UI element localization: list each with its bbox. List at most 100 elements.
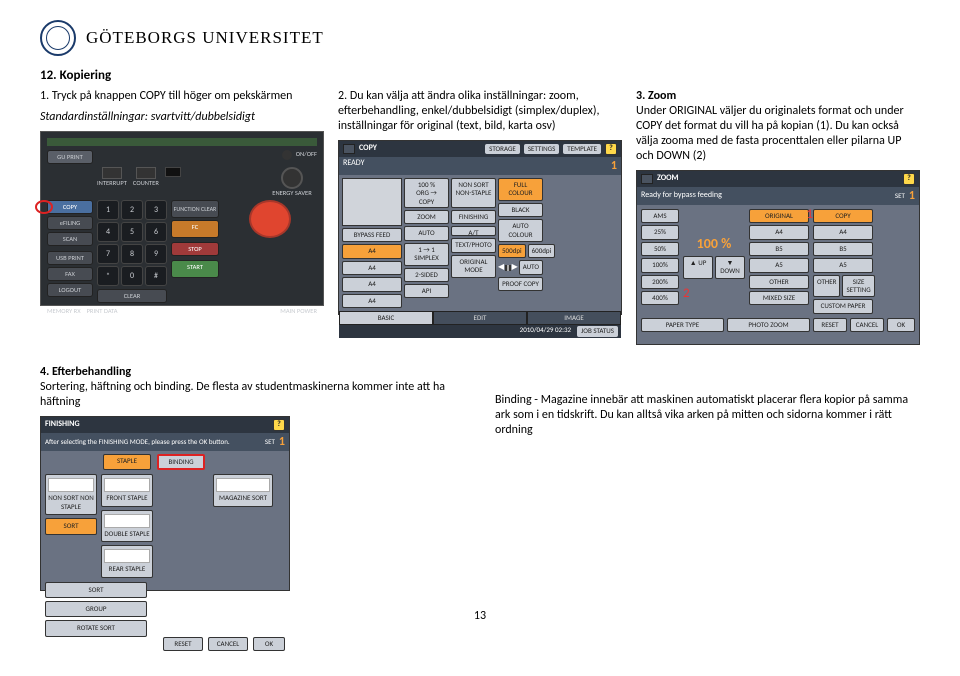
fax-button[interactable]: FAX xyxy=(47,267,93,281)
paper-type-button[interactable]: PAPER TYPE xyxy=(641,318,724,332)
copy-a4[interactable]: A4 xyxy=(813,225,873,239)
copy-other[interactable]: OTHER xyxy=(813,275,840,298)
down-button[interactable]: ▼ DOWN xyxy=(715,256,745,279)
orig-a4[interactable]: A4 xyxy=(749,225,809,239)
function-clear-button[interactable]: FUNCTION CLEAR xyxy=(171,200,219,218)
printer-preview-icon xyxy=(342,178,402,226)
copy-highlight-icon xyxy=(35,200,53,214)
api-button[interactable]: API xyxy=(404,284,449,298)
photo-zoom-button[interactable]: PHOTO ZOOM xyxy=(727,318,810,332)
bypass-button[interactable]: BYPASS FEED xyxy=(342,228,402,242)
set-label: SET xyxy=(265,438,275,446)
orig-a5[interactable]: A5 xyxy=(749,258,809,272)
orig-b5[interactable]: B5 xyxy=(749,242,809,256)
binding-tab[interactable]: BINDING xyxy=(157,454,205,470)
template-button[interactable]: TEMPLATE xyxy=(563,144,601,154)
cancel-button[interactable]: CANCEL xyxy=(208,637,248,651)
printer-icon xyxy=(641,174,653,184)
black-button[interactable]: BLACK xyxy=(498,203,543,217)
front-staple-button[interactable]: FRONT STAPLE xyxy=(101,474,153,506)
help-button[interactable]: ? xyxy=(903,173,915,185)
proof-button[interactable]: PROOF COPY xyxy=(498,277,543,291)
ams-button[interactable]: AMS xyxy=(641,209,679,223)
auto-button[interactable]: AUTO xyxy=(404,226,449,240)
group-button[interactable]: GROUP xyxy=(45,601,147,617)
size-setting-button[interactable]: SIZE SETTING xyxy=(842,275,874,298)
ratio-button[interactable]: 100 % ORG → COPY xyxy=(404,178,449,208)
nonsort-button[interactable]: NON SORT NON-STAPLE xyxy=(451,178,496,208)
double-staple-button[interactable]: DOUBLE STAPLE xyxy=(101,510,153,542)
energy-saver-button[interactable] xyxy=(281,167,303,189)
density-slider[interactable] xyxy=(505,265,510,271)
reset-button[interactable]: RESET xyxy=(163,637,203,651)
autocolour-button[interactable]: AUTO COLOUR xyxy=(498,219,543,242)
copy-a5[interactable]: A5 xyxy=(813,258,873,272)
logout-button[interactable]: LOGOUT xyxy=(47,283,93,297)
custom-paper-button[interactable]: CUSTOM PAPER xyxy=(813,299,873,313)
magazine-sort-button[interactable]: MAGAZINE SORT xyxy=(213,474,273,506)
callout-2: 2 xyxy=(683,286,745,302)
stop-button[interactable]: STOP xyxy=(171,242,219,256)
numeric-keypad[interactable]: 123 456 789 *0# xyxy=(97,200,167,286)
textphoto-button[interactable]: TEXT/PHOTO xyxy=(451,238,496,252)
counter-button[interactable] xyxy=(136,167,156,179)
tray-btn-3[interactable]: A4 xyxy=(342,277,402,291)
preset-50[interactable]: 50% xyxy=(641,242,679,256)
preset-200[interactable]: 200% xyxy=(641,275,679,289)
nonsort-nonstaple-button[interactable]: NON SORT NON STAPLE xyxy=(45,474,97,515)
staple-tab[interactable]: STAPLE xyxy=(103,454,151,470)
zoom-main-ratio: 100 % xyxy=(683,236,745,253)
copy-button[interactable]: COPY xyxy=(47,200,93,214)
mixed-size-button[interactable]: MIXED SIZE xyxy=(749,291,809,305)
reset-button[interactable]: RESET xyxy=(813,318,847,332)
tab-basic[interactable]: BASIC xyxy=(339,311,433,325)
fc-button[interactable]: FC xyxy=(171,220,219,238)
onoff-label: ON/OFF xyxy=(296,150,317,158)
jobstatus-button[interactable]: JOB STATUS xyxy=(577,326,618,336)
dpi500-button[interactable]: 500dpi xyxy=(498,244,526,258)
rear-staple-button[interactable]: REAR STAPLE xyxy=(101,545,153,577)
copy-count: 1 xyxy=(611,159,617,173)
cancel-button[interactable]: CANCEL xyxy=(850,318,884,332)
ok-button[interactable]: OK xyxy=(253,637,285,651)
sort-tab-button[interactable]: SORT xyxy=(45,518,97,534)
efiling-button[interactable]: eFILING xyxy=(47,216,93,230)
dpi600-button[interactable]: 600dpi xyxy=(528,244,556,258)
gu-print-button[interactable]: GU PRINT xyxy=(47,150,93,164)
tray-btn-4[interactable]: A4 xyxy=(342,294,402,308)
section-title: 12. Kopiering xyxy=(40,68,920,83)
copy-b5[interactable]: B5 xyxy=(813,242,873,256)
step1-subtitle: Standardinställningar: svartvitt/dubbels… xyxy=(40,110,324,125)
fullcolour-button[interactable]: FULL COLOUR xyxy=(498,178,543,201)
simplex-button[interactable]: 1 → 1 SIMPLEX xyxy=(404,243,449,266)
help-button[interactable]: ? xyxy=(605,143,617,155)
finishing-hint: After selecting the FINISHING MODE, plea… xyxy=(45,438,230,446)
help-button[interactable]: ? xyxy=(273,419,285,431)
density-auto-button[interactable]: AUTO xyxy=(519,260,543,274)
rotate-sort-button[interactable]: ROTATE SORT xyxy=(45,620,147,636)
tab-image[interactable]: IMAGE xyxy=(527,311,621,325)
tab-edit[interactable]: EDIT xyxy=(433,311,527,325)
callout-1: 1 xyxy=(806,207,813,223)
start-button[interactable]: START xyxy=(171,260,219,278)
interrupt-button[interactable] xyxy=(102,167,122,179)
storage-button[interactable]: STORAGE xyxy=(485,144,520,154)
sort-button[interactable]: SORT xyxy=(45,582,147,598)
usb-print-button[interactable]: USB PRINT xyxy=(47,251,93,265)
twosided-button[interactable]: 2-SIDED xyxy=(404,268,449,282)
finishing-button[interactable]: FINISHING xyxy=(451,210,496,224)
clear-button[interactable]: CLEAR xyxy=(97,289,167,303)
settings-button[interactable]: SETTINGS xyxy=(524,144,559,154)
up-button[interactable]: ▲ UP xyxy=(683,256,713,279)
preset-400[interactable]: 400% xyxy=(641,291,679,305)
tray-btn-2[interactable]: A4 xyxy=(342,261,402,275)
scan-button[interactable]: SCAN xyxy=(47,232,93,246)
preset-25[interactable]: 25% xyxy=(641,225,679,239)
tray-btn-1[interactable]: A4 xyxy=(342,244,402,258)
orig-other[interactable]: OTHER xyxy=(749,275,809,289)
big-copy-button[interactable] xyxy=(249,200,291,238)
preset-100[interactable]: 100% xyxy=(641,258,679,272)
originalmode-button[interactable]: ORIGINAL MODE xyxy=(451,255,496,278)
zoom-button[interactable]: ZOOM xyxy=(404,210,449,224)
ok-button[interactable]: OK xyxy=(887,318,915,332)
